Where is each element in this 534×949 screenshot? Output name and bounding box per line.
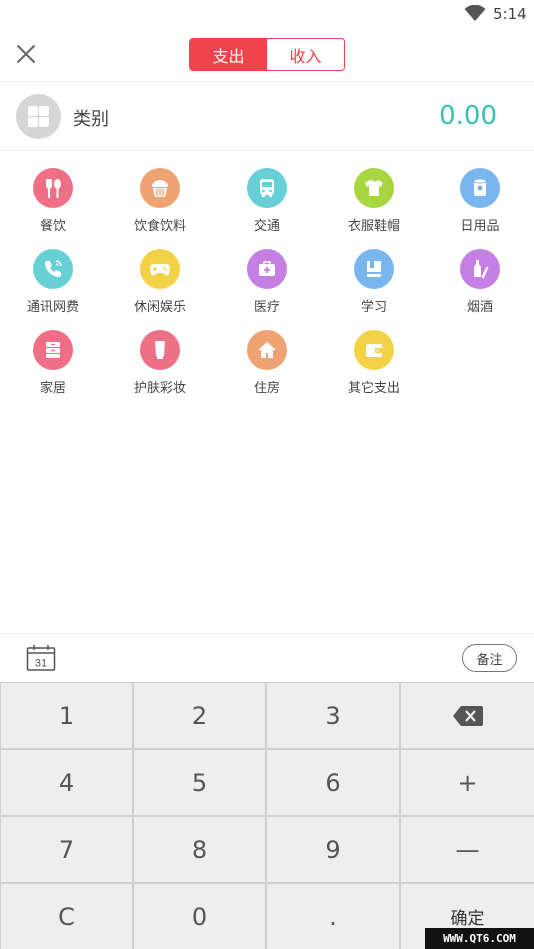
- watermark: WWW.QT6.COM: [425, 928, 534, 949]
- memo-button[interactable]: 备注: [462, 644, 517, 672]
- key-1[interactable]: 1: [1, 683, 132, 748]
- category-label: 家居: [39, 381, 66, 396]
- category-label: 学习: [360, 300, 387, 315]
- close-icon: [17, 45, 35, 63]
- number-keypad: 1 2 3 4 5 6 + 7 8 9 — C 0 . 确定: [0, 682, 534, 949]
- bus-icon: [247, 168, 287, 208]
- category-label: 交通: [253, 219, 280, 234]
- category-item-cosmetics[interactable]: 护肤彩妆: [107, 322, 213, 400]
- category-label: 衣服鞋帽: [347, 219, 400, 234]
- category-item-leisure[interactable]: 休闲娱乐: [107, 241, 213, 319]
- date-button[interactable]: 31: [26, 644, 56, 676]
- cupcake-icon: [140, 168, 180, 208]
- tab-expense[interactable]: 支出: [190, 39, 267, 70]
- medkit-icon: [247, 249, 287, 289]
- calendar-icon: 31: [26, 645, 56, 671]
- category-label: 餐饮: [39, 219, 66, 234]
- category-item-daily-goods[interactable]: 日用品: [427, 160, 533, 238]
- category-item-food-drink[interactable]: 饮食饮料: [107, 160, 213, 238]
- key-4[interactable]: 4: [1, 750, 132, 815]
- category-label: 护肤彩妆: [133, 381, 186, 396]
- category-label: 类别: [73, 109, 109, 130]
- key-5[interactable]: 5: [134, 750, 265, 815]
- book-icon: [354, 249, 394, 289]
- key-8[interactable]: 8: [134, 817, 265, 882]
- tab-income[interactable]: 收入: [267, 39, 344, 70]
- amount-display: 0.00: [439, 101, 497, 131]
- category-label: 烟酒: [466, 300, 493, 315]
- calendar-day: 31: [35, 658, 47, 670]
- type-segment: 支出 收入: [189, 38, 345, 71]
- key-9[interactable]: 9: [267, 817, 399, 882]
- category-amount-row[interactable]: 类别 0.00: [0, 82, 534, 151]
- top-bar: 支出 收入: [0, 28, 534, 82]
- category-label: 休闲娱乐: [133, 300, 186, 315]
- key-decimal[interactable]: .: [267, 884, 399, 949]
- category-item-home[interactable]: 家居: [0, 322, 106, 400]
- category-item-clothing[interactable]: 衣服鞋帽: [321, 160, 427, 238]
- category-label: 其它支出: [347, 381, 400, 396]
- category-item-housing[interactable]: 住房: [214, 322, 320, 400]
- backspace-key[interactable]: [401, 683, 534, 748]
- close-button[interactable]: [12, 40, 40, 68]
- wallet-icon: [354, 330, 394, 370]
- key-plus[interactable]: +: [401, 750, 534, 815]
- shirt-icon: [354, 168, 394, 208]
- entry-toolbar: 31 备注: [0, 633, 534, 682]
- key-0[interactable]: 0: [134, 884, 265, 949]
- category-item-dining[interactable]: 餐饮: [0, 160, 106, 238]
- category-label: 医疗: [253, 300, 280, 315]
- status-bar: 5:14: [0, 0, 534, 28]
- bottle-icon: [460, 249, 500, 289]
- category-label: 日用品: [460, 219, 500, 234]
- category-item-study[interactable]: 学习: [321, 241, 427, 319]
- key-3[interactable]: 3: [267, 683, 399, 748]
- tissue-icon: [460, 168, 500, 208]
- category-placeholder-icon: [16, 94, 61, 139]
- category-item-medical[interactable]: 医疗: [214, 241, 320, 319]
- category-label: 饮食饮料: [133, 219, 186, 234]
- house-icon: [247, 330, 287, 370]
- status-time: 5:14: [493, 5, 527, 23]
- category-item-tobacco-alcohol[interactable]: 烟酒: [427, 241, 533, 319]
- category-item-transport[interactable]: 交通: [214, 160, 320, 238]
- category-label: 住房: [253, 381, 280, 396]
- category-label: 通讯网费: [26, 300, 79, 315]
- backspace-icon: [452, 705, 483, 726]
- key-6[interactable]: 6: [267, 750, 399, 815]
- key-minus[interactable]: —: [401, 817, 534, 882]
- phone-icon: [33, 249, 73, 289]
- wifi-icon: [464, 5, 486, 21]
- category-item-telecom[interactable]: 通讯网费: [0, 241, 106, 319]
- key-2[interactable]: 2: [134, 683, 265, 748]
- key-clear[interactable]: C: [1, 884, 132, 949]
- cabinet-icon: [33, 330, 73, 370]
- gamepad-icon: [140, 249, 180, 289]
- key-7[interactable]: 7: [1, 817, 132, 882]
- utensils-icon: [33, 168, 73, 208]
- lotion-icon: [140, 330, 180, 370]
- category-item-other-expense[interactable]: 其它支出: [321, 322, 427, 400]
